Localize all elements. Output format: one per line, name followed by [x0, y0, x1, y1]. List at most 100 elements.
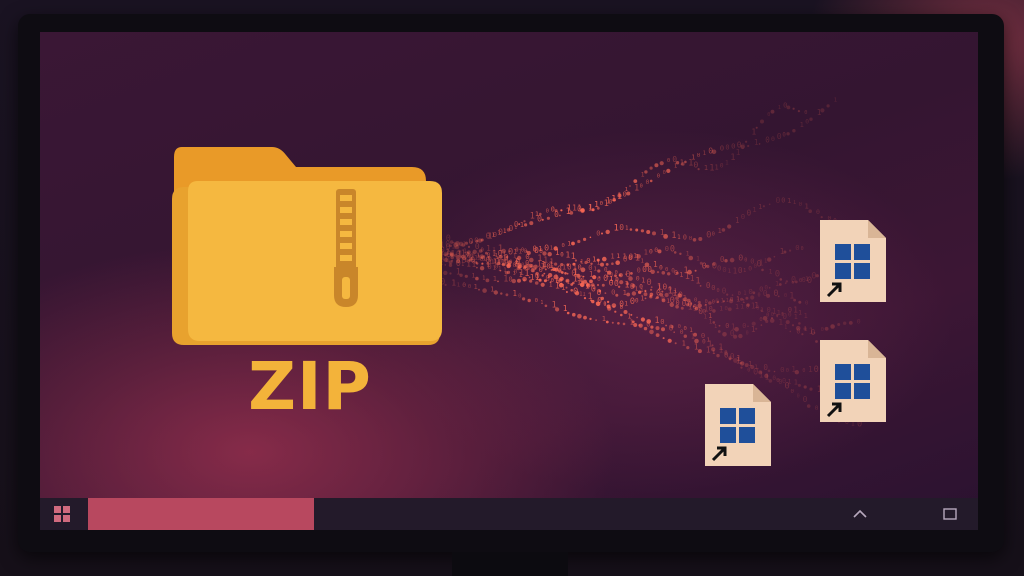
- binary-digit: 0: [744, 258, 747, 264]
- binary-digit: 1: [709, 319, 713, 325]
- binary-digit: 1: [653, 260, 658, 269]
- binary-digit: 1: [751, 302, 756, 311]
- particle-dot: [815, 274, 819, 278]
- binary-digit: 0: [556, 279, 559, 285]
- binary-digit: 1: [503, 267, 506, 273]
- binary-digit: 0: [697, 153, 701, 159]
- square-icon[interactable]: [942, 506, 958, 522]
- binary-digit: 0: [660, 317, 664, 326]
- binary-digit: 1: [488, 231, 493, 241]
- binary-digit: 0: [545, 274, 550, 283]
- particle-dot: [601, 232, 603, 235]
- binary-digit: 1: [543, 255, 548, 264]
- binary-digit: 1: [793, 200, 797, 206]
- binary-digit: 1: [784, 325, 787, 331]
- particle-dot: [792, 107, 795, 110]
- binary-digit: 0: [518, 293, 521, 299]
- binary-digit: 1: [550, 246, 553, 252]
- particle-dot: [475, 239, 479, 243]
- binary-digit: 1: [518, 249, 522, 256]
- particle-dot: [604, 292, 607, 294]
- binary-digit: 1: [775, 280, 779, 288]
- binary-digit: 0: [603, 273, 608, 283]
- chevron-up-icon[interactable]: [850, 504, 870, 524]
- shortcut-file-icon[interactable]: [705, 384, 771, 466]
- binary-digit: 0: [701, 331, 705, 340]
- particle-dot: [694, 269, 697, 272]
- particle-dot: [572, 312, 576, 317]
- particle-dot: [479, 254, 484, 259]
- windows-logo-icon[interactable]: [52, 504, 72, 524]
- binary-digit: 0: [781, 197, 785, 205]
- particle-dot: [655, 333, 660, 337]
- binary-digit: 1: [477, 253, 480, 259]
- particle-dot: [597, 269, 601, 273]
- particle-dot: [640, 317, 646, 322]
- particle-dot: [727, 224, 732, 229]
- particle-dot: [697, 349, 702, 354]
- particle-dot: [773, 370, 776, 373]
- particle-dot: [727, 307, 732, 312]
- binary-digit: 1: [582, 292, 586, 298]
- particle-dot: [837, 323, 841, 326]
- particle-dot: [602, 256, 607, 262]
- particle-dot: [675, 271, 679, 275]
- binary-digit: 1: [466, 260, 471, 269]
- particle-dot: [577, 313, 582, 319]
- binary-digit: 1: [726, 298, 729, 304]
- particle-dot: [596, 206, 600, 210]
- binary-digit: 1: [482, 276, 485, 282]
- particle-dot: [711, 344, 714, 347]
- binary-digit: 1: [804, 201, 808, 210]
- particle-dot: [485, 278, 490, 283]
- taskbar-active-app[interactable]: [88, 498, 314, 530]
- particle-dot: [577, 239, 581, 244]
- binary-digit: 1: [798, 310, 802, 317]
- binary-digit: 1: [602, 314, 606, 323]
- particle-dot: [760, 119, 764, 124]
- binary-digit: 1: [503, 251, 506, 257]
- particle-dot: [596, 283, 600, 287]
- particle-dot: [507, 260, 512, 265]
- binary-digit: 0: [741, 143, 745, 151]
- particle-dot: [755, 327, 758, 330]
- zip-folder-icon[interactable]: [172, 147, 444, 347]
- particle-dot: [650, 325, 654, 329]
- shortcut-file-icon[interactable]: [820, 220, 886, 302]
- shortcut-file-icon[interactable]: [820, 340, 886, 422]
- binary-digit: 0: [773, 289, 778, 299]
- binary-digit: 0: [746, 331, 749, 337]
- binary-digit: 0: [775, 270, 780, 280]
- binary-digit: 0: [649, 248, 653, 255]
- particle-dot: [793, 298, 796, 302]
- particle-dot: [785, 320, 790, 325]
- particle-dot: [539, 212, 542, 216]
- particle-dot: [673, 251, 677, 254]
- binary-digit: 0: [683, 234, 687, 242]
- particle-dot: [622, 322, 626, 326]
- binary-digit: 0: [597, 276, 601, 283]
- binary-digit: 1: [805, 276, 809, 283]
- particle-dot: [528, 276, 531, 279]
- particle-dot: [589, 317, 592, 321]
- binary-digit: 0: [663, 170, 666, 176]
- binary-digit: 1: [671, 231, 676, 241]
- particle-dot: [464, 274, 468, 278]
- particle-dot: [680, 306, 684, 310]
- binary-digit: 1: [704, 164, 708, 172]
- particle-dot: [826, 104, 830, 108]
- particle-dot: [444, 283, 447, 286]
- binary-digit: 1: [718, 343, 723, 353]
- particle-dot: [705, 265, 708, 267]
- binary-digit: 1: [696, 256, 700, 263]
- particle-dot: [615, 260, 620, 265]
- particle-dot: [662, 337, 665, 340]
- particle-dot: [564, 272, 567, 275]
- particle-dot: [589, 236, 592, 239]
- binary-digit: 0: [689, 236, 693, 242]
- binary-digit: 0: [646, 178, 650, 186]
- binary-digit: 0: [466, 252, 469, 258]
- particle-dot: [758, 143, 761, 145]
- particle-dot: [482, 288, 487, 293]
- binary-digit: 0: [738, 252, 743, 262]
